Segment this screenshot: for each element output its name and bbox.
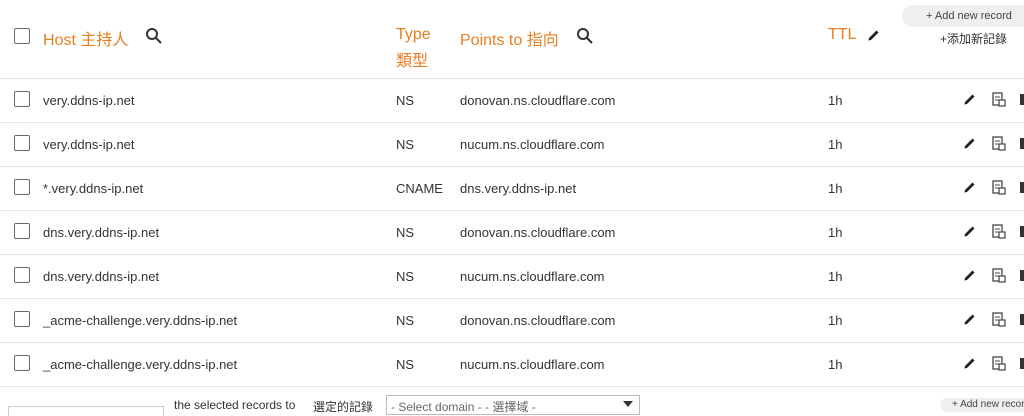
edit-icon[interactable] bbox=[962, 179, 978, 195]
row-checkbox[interactable] bbox=[14, 267, 30, 283]
copy-icon[interactable] bbox=[990, 355, 1006, 371]
add-new-record-button[interactable]: + Add new record bbox=[902, 5, 1024, 27]
copy-icon[interactable] bbox=[990, 267, 1006, 283]
table-row: _acme-challenge.very.ddns-ip.net NS nucu… bbox=[0, 342, 1024, 387]
row-checkbox[interactable] bbox=[14, 223, 30, 239]
type-column-header[interactable]: Type bbox=[396, 26, 431, 44]
row-ttl: 1h bbox=[828, 181, 843, 196]
table-header: Host 主持人 Type 類型 Points to 指向 TTL + Add … bbox=[0, 0, 1024, 79]
domain-select[interactable]: - Select domain - - 選擇域 - bbox=[386, 395, 640, 415]
table-row: dns.very.ddns-ip.net NS nucum.ns.cloudfl… bbox=[0, 254, 1024, 299]
select-all-checkbox[interactable] bbox=[14, 28, 30, 44]
copy-icon[interactable] bbox=[990, 91, 1006, 107]
row-host: *.very.ddns-ip.net bbox=[43, 181, 144, 196]
row-checkbox[interactable] bbox=[14, 179, 30, 195]
delete-icon[interactable] bbox=[1018, 91, 1024, 107]
row-ttl: 1h bbox=[828, 93, 843, 108]
table-row: dns.very.ddns-ip.net NS donovan.ns.cloud… bbox=[0, 210, 1024, 255]
table-row: very.ddns-ip.net NS donovan.ns.cloudflar… bbox=[0, 78, 1024, 123]
row-points-to: nucum.ns.cloudflare.com bbox=[460, 137, 605, 152]
row-ttl: 1h bbox=[828, 357, 843, 372]
row-host: dns.very.ddns-ip.net bbox=[43, 269, 160, 284]
row-ttl: 1h bbox=[828, 313, 843, 328]
footer-add-new-record-button[interactable]: + Add new record bbox=[940, 398, 1024, 412]
copy-icon[interactable] bbox=[990, 223, 1006, 239]
type-column-header-zh: 類型 bbox=[396, 53, 429, 70]
row-points-to: nucum.ns.cloudflare.com bbox=[460, 269, 605, 284]
row-type: NS bbox=[396, 93, 415, 108]
domain-select-value: - Select domain - - 選擇域 - bbox=[391, 400, 536, 414]
delete-icon[interactable] bbox=[1018, 311, 1024, 327]
points-to-search-icon[interactable] bbox=[576, 27, 594, 45]
row-checkbox[interactable] bbox=[14, 355, 30, 371]
delete-icon[interactable] bbox=[1018, 267, 1024, 283]
edit-icon[interactable] bbox=[962, 91, 978, 107]
edit-icon[interactable] bbox=[962, 223, 978, 239]
delete-icon[interactable] bbox=[1018, 179, 1024, 195]
add-new-record-label-zh: +添加新記錄 bbox=[940, 32, 1008, 46]
row-ttl: 1h bbox=[828, 137, 843, 152]
bulk-action-bar: the selected records to 選定的記錄 - Select d… bbox=[0, 386, 1024, 416]
edit-icon[interactable] bbox=[962, 135, 978, 151]
edit-icon[interactable] bbox=[962, 311, 978, 327]
row-host: very.ddns-ip.net bbox=[43, 137, 135, 152]
copy-icon[interactable] bbox=[990, 311, 1006, 327]
row-points-to: nucum.ns.cloudflare.com bbox=[460, 357, 605, 372]
ttl-edit-icon[interactable] bbox=[867, 28, 881, 42]
bulk-action-select[interactable] bbox=[8, 406, 164, 416]
delete-icon[interactable] bbox=[1018, 355, 1024, 371]
row-type: NS bbox=[396, 313, 415, 328]
points-to-column-header[interactable]: Points to 指向 bbox=[460, 26, 559, 50]
edit-icon[interactable] bbox=[962, 355, 978, 371]
chevron-down-icon bbox=[623, 401, 633, 407]
row-ttl: 1h bbox=[828, 269, 843, 284]
row-ttl: 1h bbox=[828, 225, 843, 240]
edit-icon[interactable] bbox=[962, 267, 978, 283]
row-points-to: dns.very.ddns-ip.net bbox=[460, 181, 577, 196]
table-row: very.ddns-ip.net NS nucum.ns.cloudflare.… bbox=[0, 122, 1024, 167]
row-checkbox[interactable] bbox=[14, 135, 30, 151]
copy-icon[interactable] bbox=[990, 179, 1006, 195]
row-type: CNAME bbox=[396, 181, 443, 196]
ttl-column-header[interactable]: TTL bbox=[828, 26, 856, 44]
row-type: NS bbox=[396, 357, 415, 372]
row-type: NS bbox=[396, 269, 415, 284]
row-points-to: donovan.ns.cloudflare.com bbox=[460, 225, 616, 240]
delete-icon[interactable] bbox=[1018, 135, 1024, 151]
row-checkbox[interactable] bbox=[14, 91, 30, 107]
row-checkbox[interactable] bbox=[14, 311, 30, 327]
row-host: dns.very.ddns-ip.net bbox=[43, 225, 160, 240]
row-host: _acme-challenge.very.ddns-ip.net bbox=[43, 357, 238, 372]
row-points-to: donovan.ns.cloudflare.com bbox=[460, 93, 616, 108]
table-row: _acme-challenge.very.ddns-ip.net NS dono… bbox=[0, 298, 1024, 343]
row-type: NS bbox=[396, 137, 415, 152]
host-column-header[interactable]: Host 主持人 bbox=[43, 26, 128, 50]
host-search-icon[interactable] bbox=[145, 27, 163, 45]
delete-icon[interactable] bbox=[1018, 223, 1024, 239]
selected-records-text-zh: 選定的記錄 bbox=[313, 400, 374, 414]
selected-records-text: the selected records to bbox=[174, 398, 296, 412]
row-host: very.ddns-ip.net bbox=[43, 93, 135, 108]
row-type: NS bbox=[396, 225, 415, 240]
row-host: _acme-challenge.very.ddns-ip.net bbox=[43, 313, 238, 328]
table-row: *.very.ddns-ip.net CNAME dns.very.ddns-i… bbox=[0, 166, 1024, 211]
copy-icon[interactable] bbox=[990, 135, 1006, 151]
row-points-to: donovan.ns.cloudflare.com bbox=[460, 313, 616, 328]
